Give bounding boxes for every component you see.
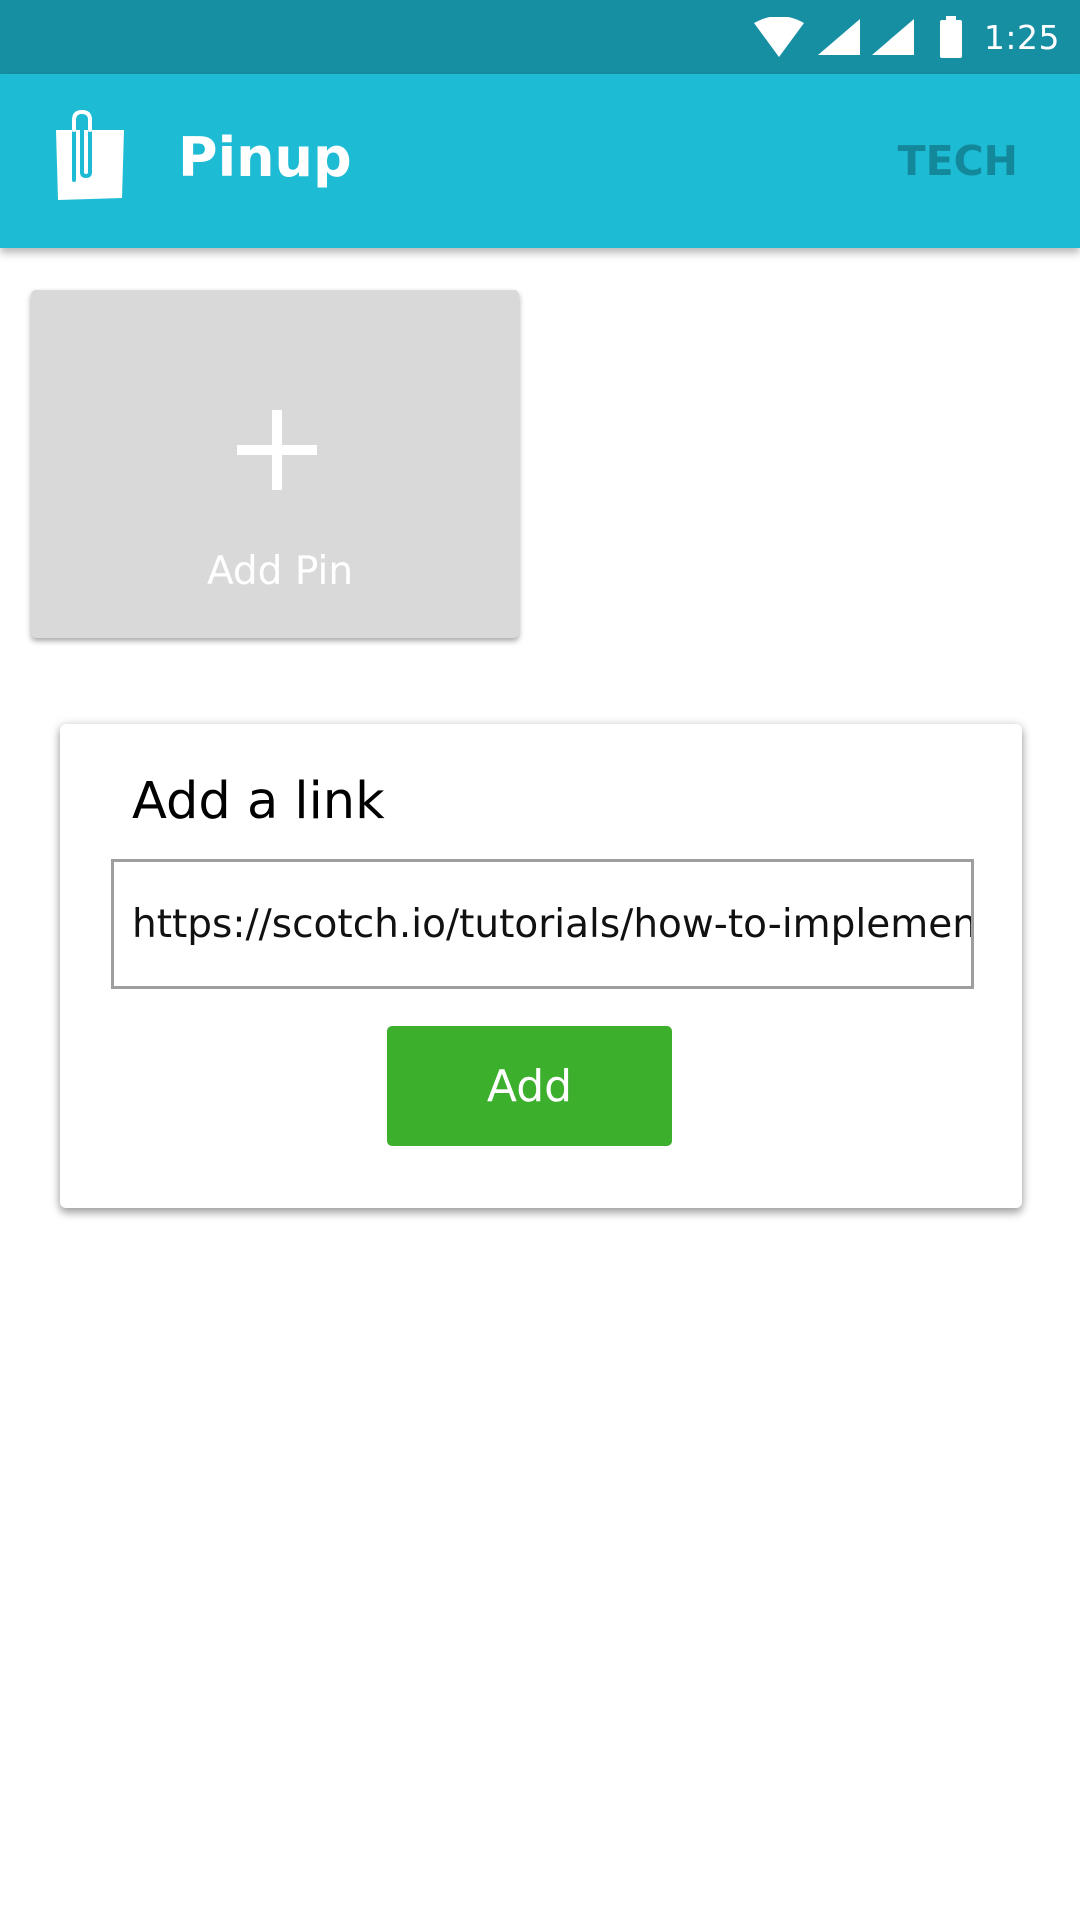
add-button[interactable]: Add (387, 1026, 672, 1146)
wifi-icon (753, 17, 804, 57)
tech-action-button[interactable]: TECH (898, 136, 1018, 186)
app-title: Pinup (178, 126, 352, 189)
status-time: 1:25 (983, 17, 1060, 57)
paperclip-bag-icon (56, 110, 124, 200)
url-input[interactable] (111, 859, 974, 989)
add-link-card: Add a link Add (60, 724, 1022, 1208)
status-bar: 1:25 (0, 0, 1080, 74)
add-pin-label: Add Pin (206, 549, 354, 594)
status-icons: 1:25 (753, 0, 1060, 74)
card-title: Add a link (132, 772, 385, 831)
cell-signal-icon (817, 19, 860, 55)
plus-icon (237, 410, 317, 490)
cell-signal-icon (871, 19, 914, 55)
app-bar: Pinup TECH (0, 74, 1080, 248)
battery-icon (939, 16, 962, 58)
